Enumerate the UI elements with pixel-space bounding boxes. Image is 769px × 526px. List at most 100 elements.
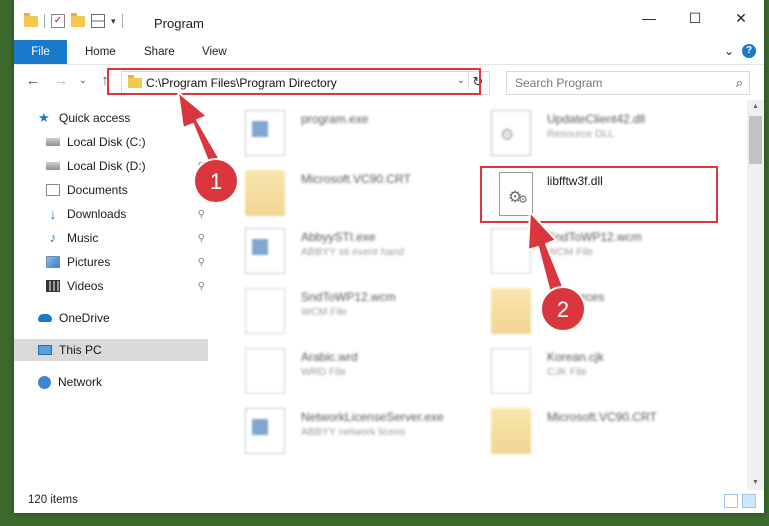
properties-check-icon[interactable]: ✓ xyxy=(51,14,65,28)
exe-file-icon xyxy=(245,408,285,454)
file-page-icon xyxy=(491,348,531,394)
view-toggle xyxy=(724,494,756,508)
file-name: Arabic.wrd xyxy=(301,350,358,364)
tab-view[interactable]: View xyxy=(202,40,227,64)
status-bar: 120 items xyxy=(14,490,764,513)
sidebar-item-videos[interactable]: Videos ⚲ xyxy=(14,275,208,297)
sidebar-item-label: Local Disk (C:) xyxy=(67,135,146,149)
new-folder-icon[interactable] xyxy=(71,12,85,27)
sidebar-item-label: Local Disk (D:) xyxy=(67,159,146,173)
network-icon xyxy=(38,375,51,389)
expand-ribbon-icon[interactable]: ⌄ xyxy=(724,44,734,58)
tab-home[interactable]: Home xyxy=(85,40,116,64)
file-item-libfftw3f-dll[interactable]: ⚙ ⚙ libfftw3f.dll xyxy=(477,166,717,222)
sidebar-item-local-disk-c[interactable]: Local Disk (C:) ⚲ xyxy=(14,131,208,153)
sidebar-item-network[interactable]: Network xyxy=(14,371,208,393)
sidebar-item-onedrive[interactable]: OneDrive xyxy=(14,307,208,329)
file-name: UpdateClient42.dll xyxy=(547,112,646,126)
sidebar-item-documents[interactable]: Documents ⚲ xyxy=(14,179,208,201)
pin-icon[interactable]: ⚲ xyxy=(198,161,205,172)
pin-icon[interactable]: ⚲ xyxy=(198,233,205,244)
pin-icon[interactable]: ⚲ xyxy=(198,185,205,196)
folder-icon xyxy=(24,12,38,27)
star-icon: ★ xyxy=(38,110,50,125)
refresh-icon[interactable]: ↻ xyxy=(468,73,487,91)
file-list: program.exe ⚙ UpdateClient42.dll Resourc… xyxy=(221,100,741,490)
sidebar-item-downloads[interactable]: ↓ Downloads ⚲ xyxy=(14,203,208,225)
folder-icon xyxy=(491,408,531,454)
file-item[interactable]: SndToWP12.wcm WCM File xyxy=(231,282,471,338)
file-type: ABBYY network licens xyxy=(301,426,406,438)
file-item[interactable]: program.exe xyxy=(231,104,471,160)
help-icon[interactable]: ? xyxy=(742,44,756,58)
pin-icon[interactable]: ⚲ xyxy=(198,281,205,292)
file-name: program.exe xyxy=(301,112,369,126)
large-icons-view-icon[interactable] xyxy=(742,494,756,508)
disk-icon xyxy=(46,162,60,170)
address-dropdown-icon[interactable]: ⌄ xyxy=(457,75,465,86)
navigation-bar: ← → ⌄ ↑ C:\Program Files\Program Directo… xyxy=(14,66,764,98)
vertical-scrollbar[interactable]: ▲ ▼ xyxy=(747,100,764,490)
minimize-button[interactable]: — xyxy=(626,0,672,36)
properties-icon[interactable] xyxy=(91,14,105,28)
scroll-up-icon[interactable]: ▲ xyxy=(747,100,764,114)
file-type: ABBYY sti event hand xyxy=(301,246,405,258)
file-item[interactable]: Arabic.wrd WRD File xyxy=(231,342,471,398)
file-item[interactable]: Microsoft.VC90.CRT xyxy=(231,164,471,220)
file-item[interactable]: AbbyySTI.exe ABBYY sti event hand xyxy=(231,222,471,278)
file-name: Microsoft.VC90.CRT xyxy=(547,410,657,424)
toolbar-separator xyxy=(121,14,123,28)
title-bar: ✓ ▾ Program — ☐ ✕ xyxy=(14,0,764,40)
disk-icon xyxy=(46,138,60,146)
file-name: Microsoft.VC90.CRT xyxy=(301,172,411,186)
up-button[interactable]: ↑ xyxy=(96,72,114,90)
downloads-icon: ↓ xyxy=(49,206,57,222)
sidebar-item-pictures[interactable]: Pictures ⚲ xyxy=(14,251,208,273)
pin-icon[interactable]: ⚲ xyxy=(198,137,205,148)
customize-toolbar-icon[interactable]: ▾ xyxy=(111,16,116,27)
search-input[interactable]: Search Program xyxy=(515,76,602,90)
ribbon-controls: ⌄ ? xyxy=(724,44,756,58)
sidebar-item-quick-access[interactable]: ★ Quick access xyxy=(38,107,208,129)
tab-share[interactable]: Share xyxy=(144,40,175,64)
sidebar-item-label: Music xyxy=(67,231,99,245)
file-item[interactable]: NetworkLicenseServer.exe ABBYY network l… xyxy=(231,402,471,458)
forward-button[interactable]: → xyxy=(52,72,70,90)
file-name: AbbyySTI.exe xyxy=(301,230,376,244)
back-button[interactable]: ← xyxy=(24,72,42,90)
close-button[interactable]: ✕ xyxy=(718,0,764,36)
file-type: WCM File xyxy=(547,246,594,258)
file-type: CJK File xyxy=(547,366,587,378)
pin-icon[interactable]: ⚲ xyxy=(198,209,205,220)
sidebar-item-local-disk-d[interactable]: Local Disk (D:) ⚲ xyxy=(14,155,208,177)
scroll-down-icon[interactable]: ▼ xyxy=(747,476,764,490)
address-bar[interactable]: C:\Program Files\Program Directory ⌄ ↻ xyxy=(121,71,490,95)
recent-locations-button[interactable]: ⌄ xyxy=(74,72,92,90)
file-item[interactable]: Microsoft.VC90.CRT xyxy=(477,402,717,458)
file-item[interactable]: Resources xyxy=(477,282,717,338)
folder-icon xyxy=(128,75,142,88)
onedrive-icon xyxy=(38,314,52,322)
videos-icon xyxy=(46,280,60,292)
file-item[interactable]: Korean.cjk CJK File xyxy=(477,342,717,398)
exe-file-icon xyxy=(245,228,285,274)
scrollbar-thumb[interactable] xyxy=(749,116,762,164)
address-path[interactable]: C:\Program Files\Program Directory xyxy=(146,76,337,90)
exe-file-icon xyxy=(245,110,285,156)
maximize-button[interactable]: ☐ xyxy=(672,0,718,36)
pin-icon[interactable]: ⚲ xyxy=(198,257,205,268)
tab-file[interactable]: File xyxy=(14,40,67,64)
file-explorer-window: ✓ ▾ Program — ☐ ✕ File Home Share View ⌄… xyxy=(14,0,764,513)
file-type: Resource DLL xyxy=(547,128,615,140)
sidebar-item-music[interactable]: ♪ Music ⚲ xyxy=(14,227,208,249)
file-page-icon xyxy=(245,348,285,394)
file-page-icon xyxy=(491,228,531,274)
search-icon[interactable]: ⌕ xyxy=(736,75,743,91)
file-item[interactable]: ⚙ UpdateClient42.dll Resource DLL xyxy=(477,104,717,160)
sidebar-item-this-pc[interactable]: This PC xyxy=(14,339,208,361)
file-type: WRD File xyxy=(301,366,346,378)
quick-access-toolbar: ✓ ▾ xyxy=(24,12,123,28)
search-box[interactable]: Search Program ⌕ xyxy=(506,71,750,95)
file-item[interactable]: SndToWP12.wcm WCM File xyxy=(477,222,717,278)
details-view-icon[interactable] xyxy=(724,494,738,508)
